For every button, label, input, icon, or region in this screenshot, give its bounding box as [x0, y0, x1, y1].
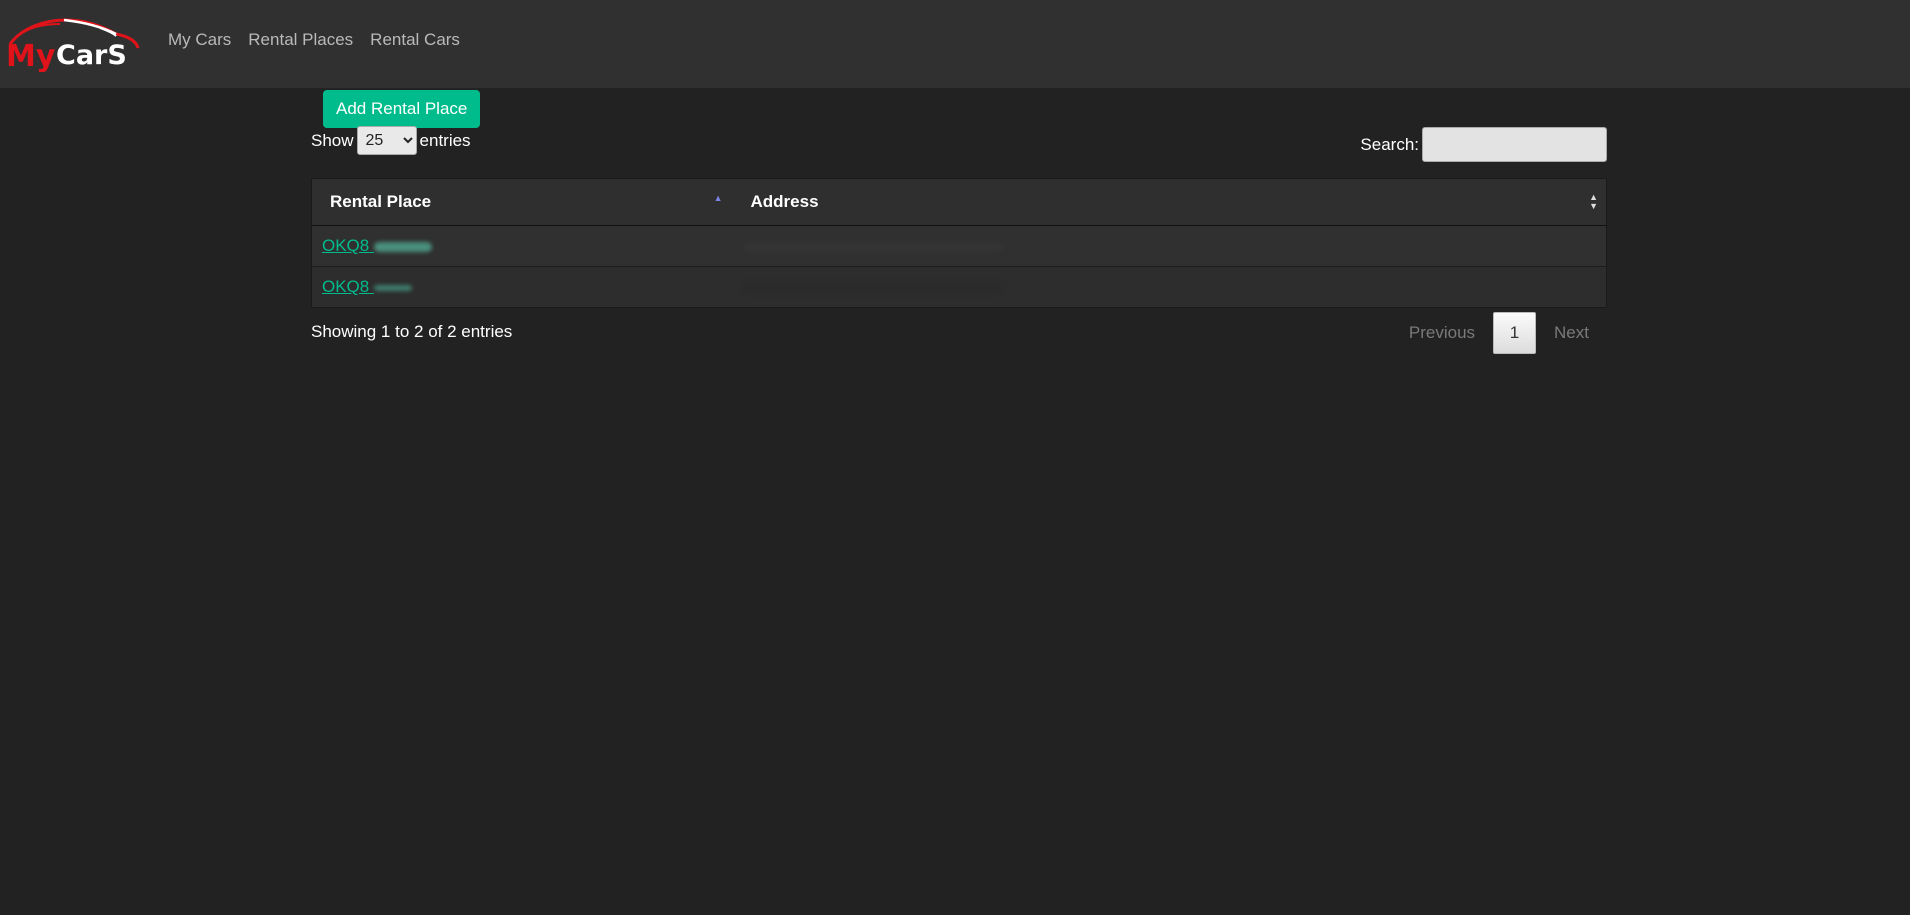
add-rental-place-button[interactable]: Add Rental Place [323, 90, 481, 128]
svg-text:CarS: CarS [56, 40, 127, 71]
car-logo-icon: My CarS [6, 18, 140, 72]
previous-page-button[interactable]: Previous [1391, 312, 1493, 354]
rental-place-link[interactable]: OKQ8 [322, 236, 432, 255]
svg-text:My: My [6, 39, 56, 72]
table-row: OKQ8 [311, 225, 1607, 267]
current-page-button[interactable]: 1 [1493, 312, 1537, 354]
address-cell [732, 266, 1607, 308]
show-label: Show [311, 130, 354, 150]
entries-label: entries [419, 130, 471, 150]
redacted-text [742, 241, 1003, 252]
column-header-rental-place[interactable]: Rental Place ▲ [311, 178, 733, 226]
brand-logo[interactable]: My CarS [4, 14, 142, 72]
nav-my-cars[interactable]: My Cars [168, 30, 231, 50]
redacted-text [742, 282, 1003, 293]
table-row: OKQ8 [311, 266, 1607, 308]
navbar: My CarS My Cars Rental Places Rental Car… [0, 0, 1910, 88]
redacted-text [373, 241, 432, 252]
rental-place-link[interactable]: OKQ8 [322, 277, 412, 296]
nav-rental-cars[interactable]: Rental Cars [370, 30, 460, 50]
entries-length-control: Show 102550100 entries [311, 126, 471, 155]
rental-place-cell: OKQ8 [311, 225, 733, 267]
redacted-text [373, 284, 412, 291]
pagination: Previous 1 Next [1391, 312, 1607, 354]
address-cell [732, 225, 1607, 267]
next-page-button[interactable]: Next [1536, 312, 1607, 354]
rental-place-cell: OKQ8 [311, 266, 733, 308]
column-header-label: Rental Place [330, 192, 432, 211]
column-header-label: Address [750, 192, 819, 211]
entries-length-select[interactable]: 102550100 [356, 126, 417, 155]
column-header-address[interactable]: Address ▲ ▼ [732, 178, 1607, 226]
search-input[interactable] [1422, 127, 1607, 162]
search-label: Search: [1360, 134, 1419, 154]
search-control: Search: [1360, 127, 1607, 162]
nav-links: My Cars Rental Places Rental Cars [168, 30, 477, 50]
sort-ascending-icon: ▲ [713, 193, 723, 203]
table-info: Showing 1 to 2 of 2 entries [311, 322, 513, 341]
nav-rental-places[interactable]: Rental Places [248, 30, 353, 50]
rental-places-table: Rental Place ▲ Address ▲ ▼ OKQ8 OKQ8 [311, 178, 1607, 308]
sort-both-icon: ▲ ▼ [1589, 192, 1598, 211]
table-header-row: Rental Place ▲ Address ▲ ▼ [311, 178, 1607, 226]
